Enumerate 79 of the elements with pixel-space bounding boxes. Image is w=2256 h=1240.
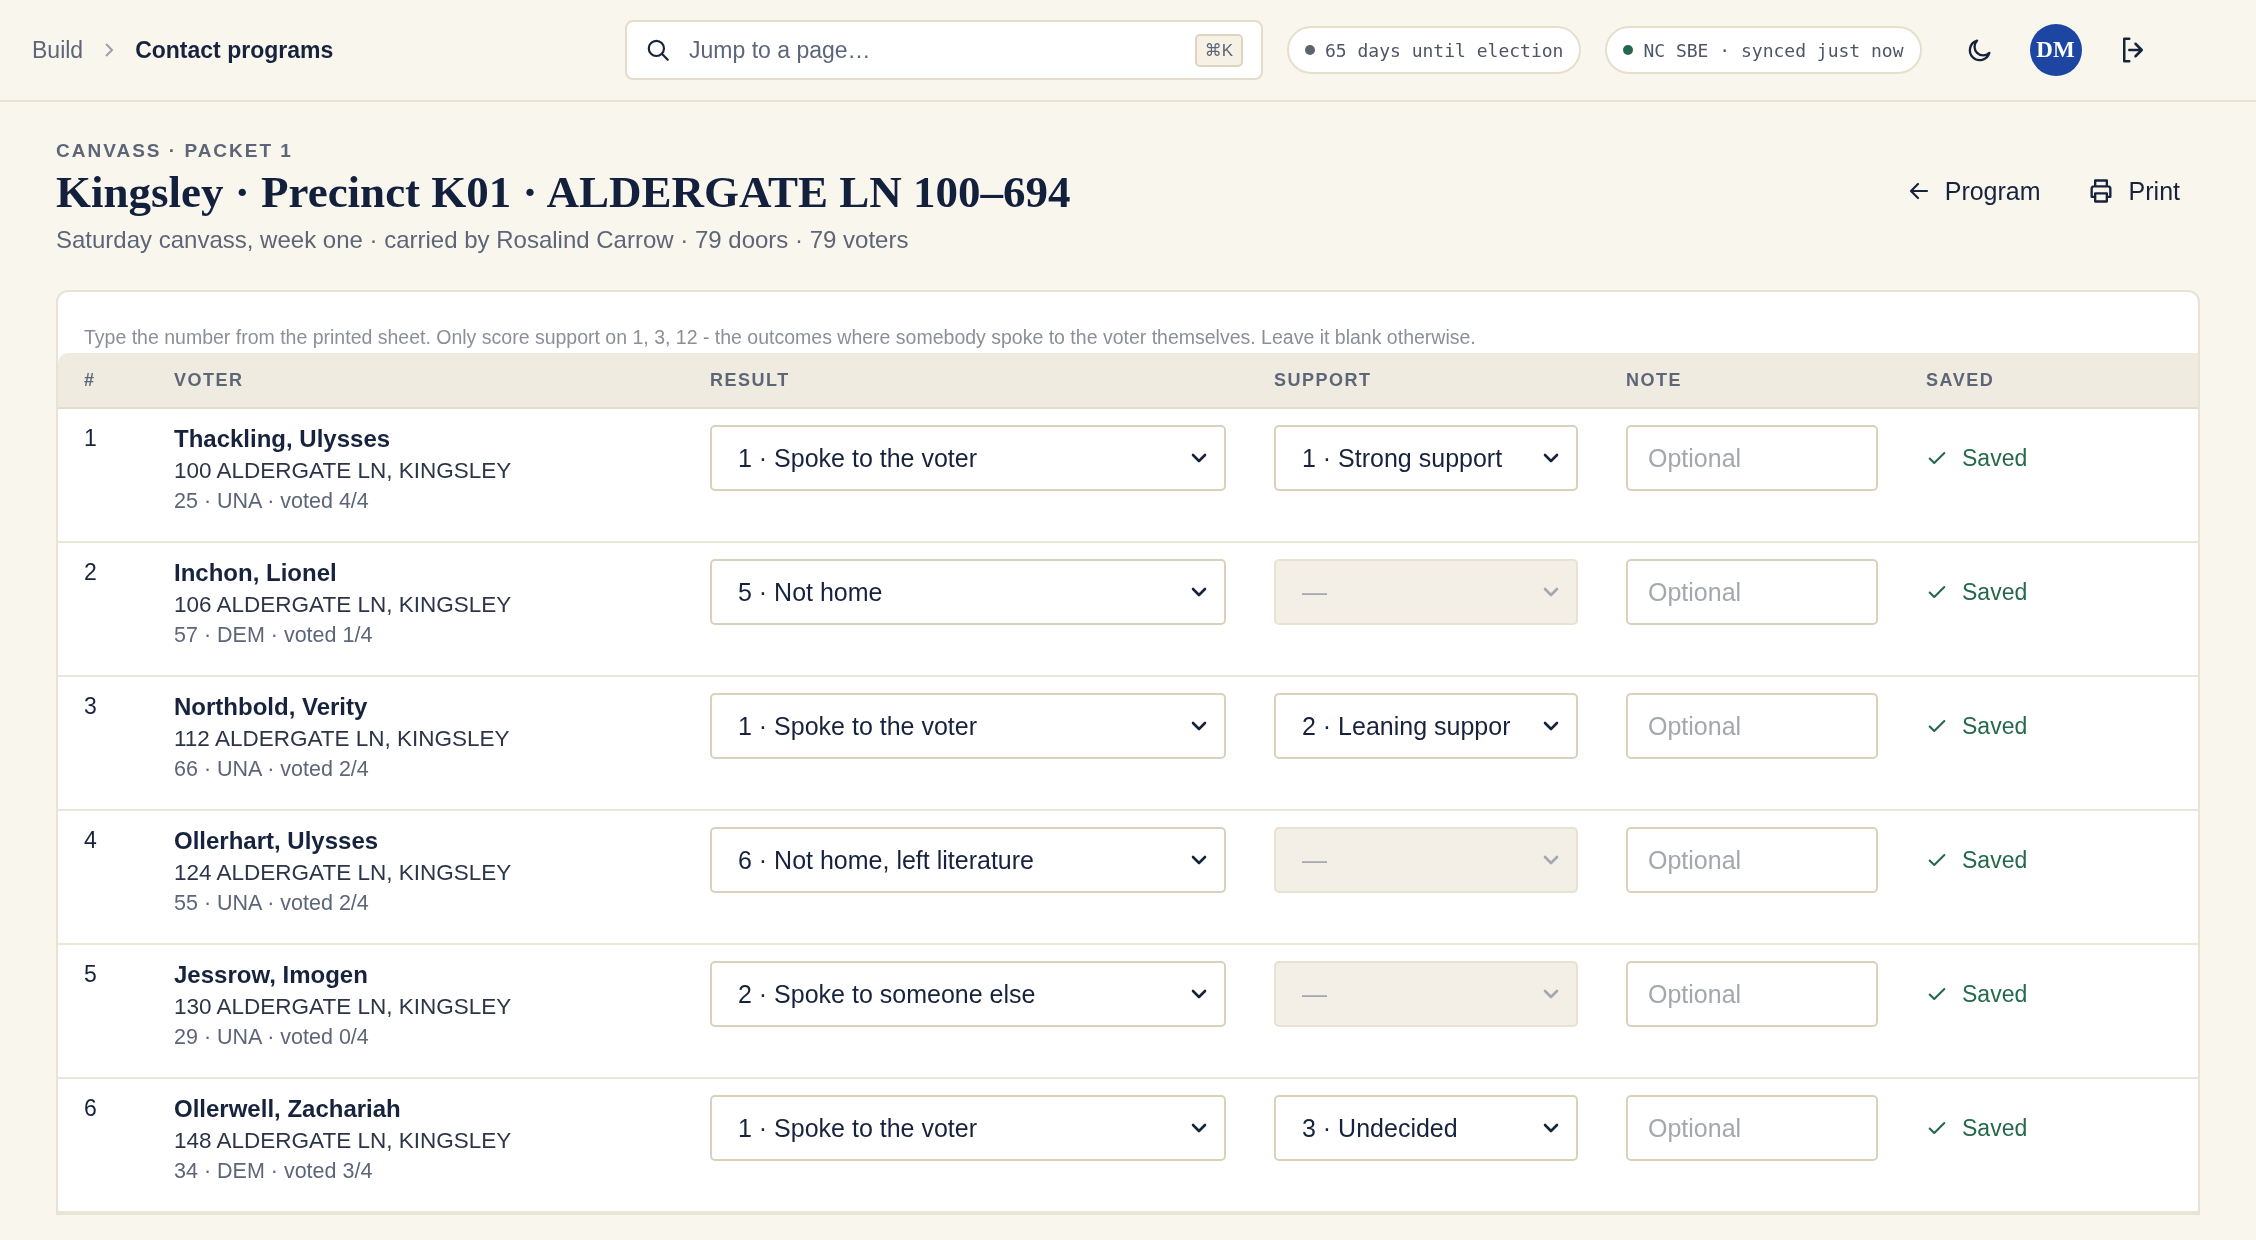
column-header: VOTER: [174, 353, 710, 409]
voter-name: Northbold, Verity: [174, 693, 369, 721]
search-icon: [645, 37, 671, 63]
chevron-down-icon: [1542, 988, 1560, 1000]
voter-name: Thackling, Ulysses: [174, 425, 392, 453]
breadcrumb-link[interactable]: Build: [32, 36, 84, 64]
result-select[interactable]: 2 · Spoke to someone else: [710, 961, 1226, 1027]
row-number: 4: [84, 827, 97, 853]
result-select[interactable]: 5 · Not home: [710, 559, 1226, 625]
page-title: Kingsley · Precinct K01 · ALDERGATE LN 100–694: [56, 166, 1071, 218]
note-field[interactable]: Optional: [1626, 693, 1878, 759]
chevron-down-icon: [1190, 1122, 1208, 1134]
row-number: 2: [84, 559, 97, 585]
chevron-down-icon: [1542, 720, 1560, 732]
saved-status: Saved: [1962, 1114, 2028, 1142]
status-text: 65 days until election: [1325, 39, 1564, 61]
saved-status: Saved: [1962, 846, 2028, 874]
page-subtitle: Saturday canvass, week one · carried by Rosalind Carrow · 79 doors · 79 voters: [56, 226, 910, 254]
chevron-down-icon: [1190, 452, 1208, 464]
note-field[interactable]: Optional: [1626, 559, 1878, 625]
voter-name: Jessrow, Imogen: [174, 961, 369, 989]
note-field[interactable]: Optional: [1626, 1095, 1878, 1161]
row-number: 3: [84, 693, 97, 719]
chevron-down-icon: [1190, 720, 1208, 732]
chevron-down-icon: [1542, 1122, 1560, 1134]
note-field[interactable]: Optional: [1626, 425, 1878, 491]
column-header: SAVED: [1926, 353, 2198, 409]
note-field[interactable]: Optional: [1626, 827, 1878, 893]
chevron-down-icon: [1542, 452, 1560, 464]
eyebrow-label: CANVASS · PACKET 1: [56, 140, 294, 162]
voter-address: 100 ALDERGATE LN, KINGSLEY: [174, 458, 513, 484]
column-header: NOTE: [1626, 353, 1926, 409]
result-select[interactable]: 6 · Not home, left literature: [710, 827, 1226, 893]
chevron-down-icon: [1190, 586, 1208, 598]
shortcut-key: ⌘K: [1194, 33, 1243, 67]
voter-address: 112 ALDERGATE LN, KINGSLEY: [174, 726, 511, 752]
support-select[interactable]: 2 · Leaning suppor: [1274, 693, 1578, 759]
chevron-down-icon: [1542, 586, 1560, 598]
result-select[interactable]: 1 · Spoke to the voter: [710, 693, 1226, 759]
column-header: #: [58, 353, 174, 409]
row-number: 6: [84, 1095, 97, 1121]
result-select[interactable]: 1 · Spoke to the voter: [710, 1095, 1226, 1161]
search-input[interactable]: Jump to a page…: [687, 35, 1179, 65]
row-number: 1: [84, 425, 97, 451]
voter-address: 124 ALDERGATE LN, KINGSLEY: [174, 860, 513, 886]
chevron-down-icon: [1542, 854, 1560, 866]
voter-meta: 57 · DEM · voted 1/4: [174, 623, 374, 648]
voter-address: 148 ALDERGATE LN, KINGSLEY: [174, 1128, 513, 1154]
saved-status: Saved: [1962, 444, 2028, 472]
breadcrumb-link[interactable]: Contact programs: [135, 36, 334, 64]
user-avatar[interactable]: DM: [2029, 24, 2082, 76]
voter-meta: 66 · UNA · voted 2/4: [174, 757, 370, 782]
voter-address: 130 ALDERGATE LN, KINGSLEY: [174, 994, 513, 1020]
voter-meta: 55 · UNA · voted 2/4: [174, 891, 370, 916]
voter-name: Ollerhart, Ulysses: [174, 827, 380, 855]
column-header: RESULT: [710, 353, 1274, 409]
row-number: 5: [84, 961, 97, 987]
saved-status: Saved: [1962, 578, 2028, 606]
voter-meta: 29 · UNA · voted 0/4: [174, 1025, 370, 1050]
support-select[interactable]: 1 · Strong support: [1274, 425, 1578, 491]
saved-status: Saved: [1962, 712, 2028, 740]
result-select[interactable]: 1 · Spoke to the voter: [710, 425, 1226, 491]
hint-text: Type the number from the printed sheet. Only score support on 1, 3, 12 - the outcomes where somebody spoke to the voter themselves. Leave it blank otherwise.: [83, 325, 1477, 350]
column-header: SUPPORT: [1274, 353, 1626, 409]
chevron-down-icon: [1190, 854, 1208, 866]
support-select[interactable]: 3 · Undecided: [1274, 1095, 1578, 1161]
status-text: NC SBE · synced just now: [1643, 39, 1904, 61]
voter-name: Inchon, Lionel: [174, 559, 338, 587]
voter-name: Ollerwell, Zachariah: [174, 1095, 402, 1123]
chevron-right-icon: [103, 42, 116, 58]
voter-meta: 25 · UNA · voted 4/4: [174, 489, 370, 514]
chevron-down-icon: [1190, 988, 1208, 1000]
print-button[interactable]: Print: [2086, 176, 2180, 206]
voter-address: 106 ALDERGATE LN, KINGSLEY: [174, 592, 513, 618]
note-field[interactable]: Optional: [1626, 961, 1878, 1027]
back-button[interactable]: Program: [1906, 176, 2041, 206]
voter-meta: 34 · DEM · voted 3/4: [174, 1159, 374, 1184]
saved-status: Saved: [1962, 980, 2028, 1008]
search-field[interactable]: Jump to a page… ⌘K: [625, 20, 1263, 80]
